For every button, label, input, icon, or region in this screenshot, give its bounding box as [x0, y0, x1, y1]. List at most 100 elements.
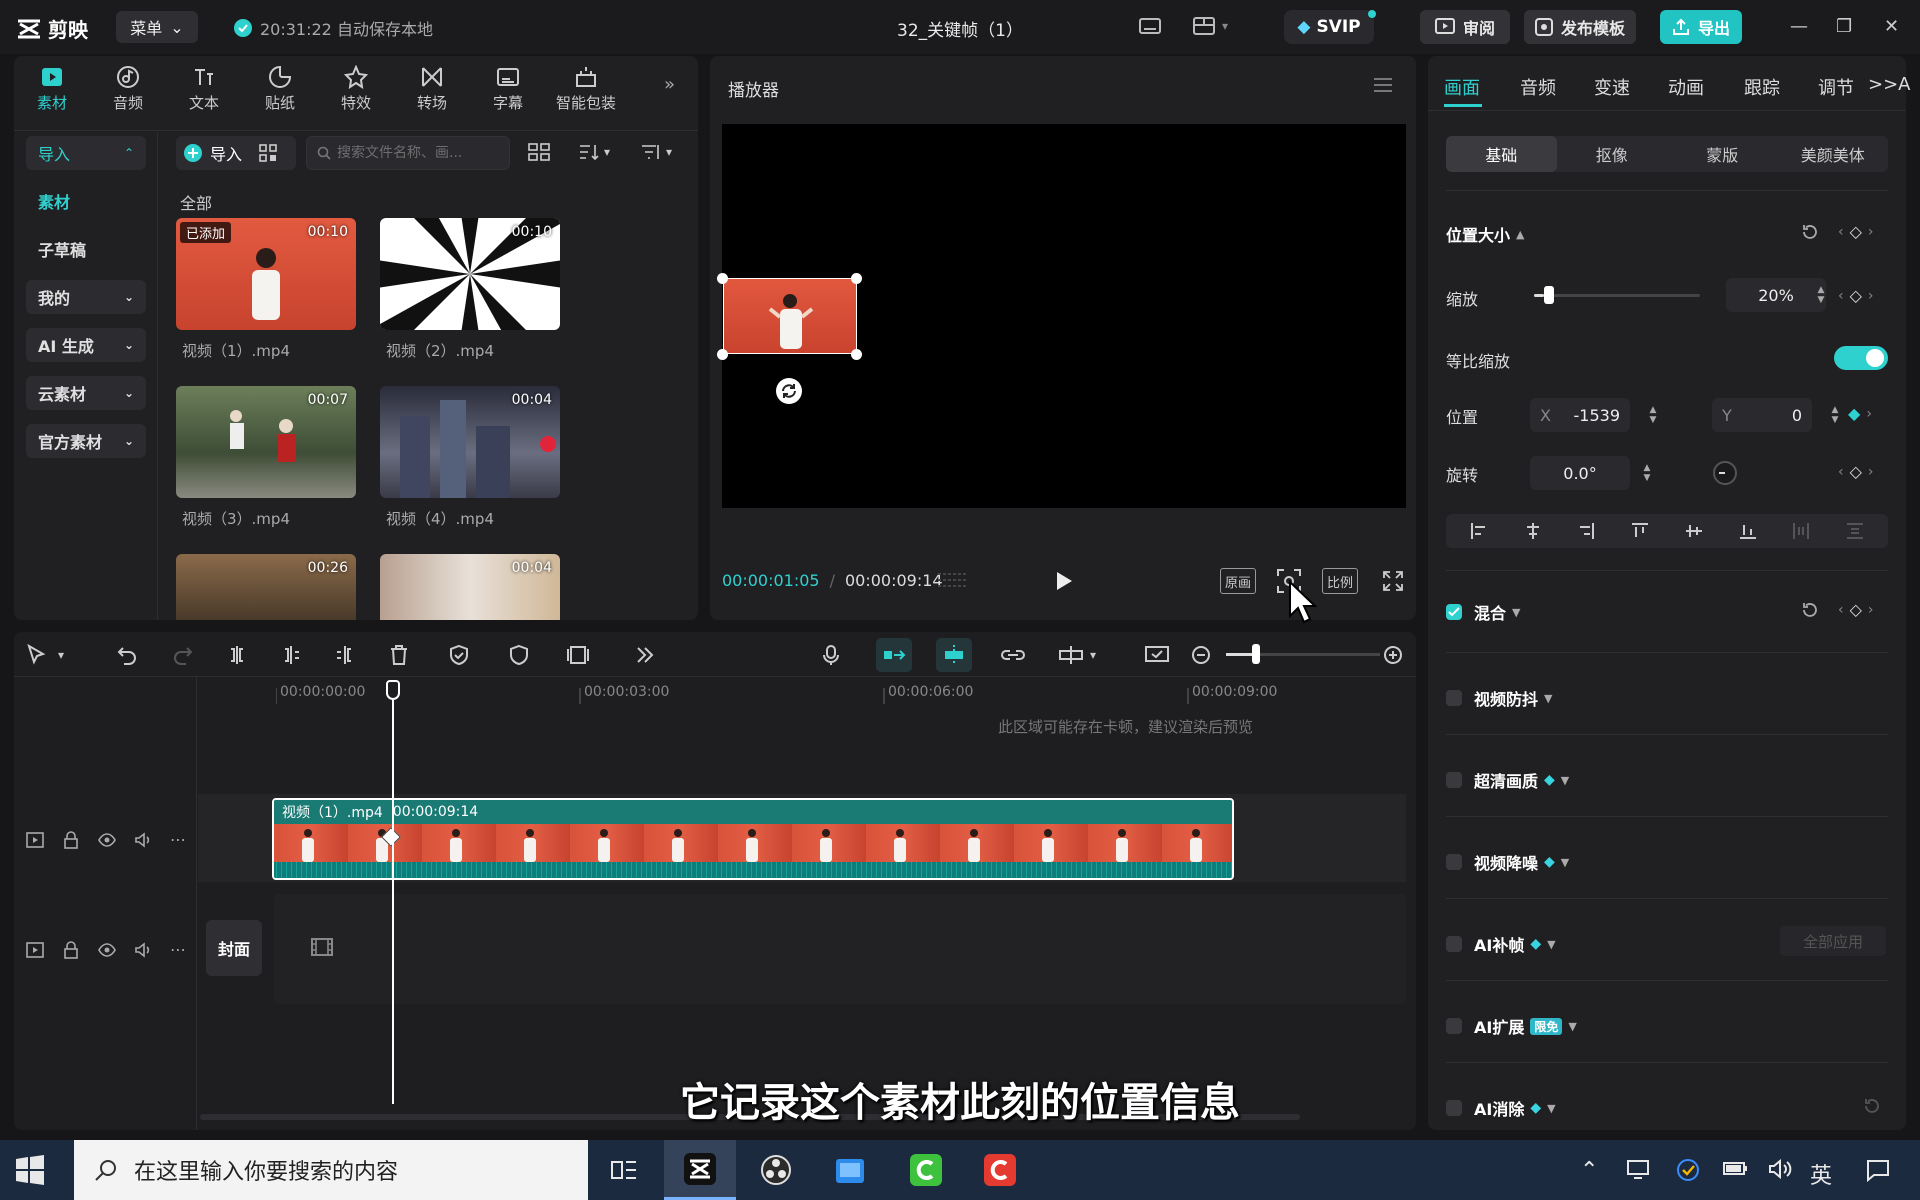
- position-y-input[interactable]: Y 0: [1712, 398, 1812, 432]
- tab-picture[interactable]: 画面: [1444, 74, 1480, 100]
- media-tab-2[interactable]: 文本: [166, 62, 242, 113]
- feature-item-0[interactable]: 视频防抖 ▼: [1474, 686, 1552, 710]
- scale-stepper[interactable]: ▲ ▼: [1812, 280, 1830, 310]
- resize-handle-bl[interactable]: [717, 349, 728, 360]
- zoom-slider[interactable]: [1226, 653, 1380, 656]
- keyframe-diamond-icon[interactable]: ◇: [1850, 222, 1862, 241]
- rotation-dial-icon[interactable]: [1712, 460, 1738, 486]
- publish-template-button[interactable]: 发布模板: [1524, 10, 1636, 44]
- taskbar-camtasia-red-icon[interactable]: [964, 1140, 1036, 1200]
- resize-handle-br[interactable]: [851, 349, 862, 360]
- playhead[interactable]: [392, 690, 394, 1104]
- media-item-4[interactable]: 00:04: [380, 386, 560, 498]
- cover-button[interactable]: 封面: [206, 920, 262, 976]
- preview-axis-icon[interactable]: ▾: [1058, 644, 1096, 666]
- speaker-icon[interactable]: [134, 941, 152, 959]
- sidebar-item-cloud[interactable]: 云素材 ⌄: [26, 376, 146, 410]
- delete-icon[interactable]: [388, 644, 410, 666]
- media-item-5[interactable]: 00:26: [176, 554, 356, 620]
- task-view-icon[interactable]: [588, 1140, 660, 1200]
- feature-checkbox[interactable]: [1446, 772, 1462, 788]
- feature-item-2[interactable]: 视频降噪 ◆ ▼: [1474, 850, 1569, 874]
- tray-ime-indicator[interactable]: 英: [1810, 1158, 1832, 1190]
- subtab-mask[interactable]: 蒙版: [1667, 136, 1778, 172]
- align-center-h-icon[interactable]: [1523, 521, 1543, 541]
- eye-icon[interactable]: [98, 831, 116, 849]
- sort-icon[interactable]: ▾: [578, 142, 610, 162]
- shield-check-icon[interactable]: [448, 644, 470, 666]
- original-quality-button[interactable]: 原画: [1220, 568, 1257, 594]
- scale-slider-thumb[interactable]: [1543, 286, 1554, 304]
- taskbar-capcut-icon[interactable]: [664, 1140, 736, 1200]
- layout-switch-icon[interactable]: ▾: [1192, 14, 1228, 38]
- scale-keyframe[interactable]: ‹ ◇ ›: [1838, 286, 1874, 305]
- align-right-icon[interactable]: [1576, 521, 1596, 541]
- tab-tracking[interactable]: 跟踪: [1744, 74, 1780, 100]
- more-tabs-icon[interactable]: »: [664, 74, 675, 95]
- zoom-in-icon[interactable]: [1382, 644, 1404, 666]
- media-search-box[interactable]: [306, 136, 510, 170]
- hamburger-icon[interactable]: [1372, 76, 1394, 94]
- position-x-stepper[interactable]: ▲ ▼: [1644, 400, 1662, 430]
- reset-icon[interactable]: [1800, 600, 1820, 620]
- close-icon[interactable]: ✕: [1884, 16, 1899, 37]
- media-tab-3[interactable]: 贴纸: [242, 62, 318, 113]
- feature-item-3[interactable]: AI补帧 ◆ ▼: [1474, 932, 1556, 956]
- subtab-cutout[interactable]: 抠像: [1557, 136, 1668, 172]
- taskbar-camtasia-green-icon[interactable]: [890, 1140, 962, 1200]
- media-item-1[interactable]: 已添加 00:10: [176, 218, 356, 330]
- tray-battery-icon[interactable]: [1722, 1158, 1748, 1178]
- blend-checkbox[interactable]: [1446, 604, 1462, 620]
- feature-checkbox[interactable]: [1446, 690, 1462, 706]
- taskbar-explorer-icon[interactable]: [814, 1140, 886, 1200]
- align-bottom-icon[interactable]: [1738, 521, 1758, 541]
- feature-item-4[interactable]: AI扩展 限免 ▼: [1474, 1014, 1577, 1038]
- align-left-icon[interactable]: [1469, 521, 1489, 541]
- filter-icon[interactable]: ▾: [640, 142, 672, 162]
- align-center-v-icon[interactable]: [1684, 521, 1704, 541]
- review-button[interactable]: 审阅: [1420, 10, 1510, 44]
- feature-checkbox[interactable]: [1446, 1100, 1462, 1116]
- lock-icon[interactable]: [62, 940, 80, 959]
- tab-more[interactable]: >>A: [1868, 74, 1910, 95]
- import-button[interactable]: 导入: [176, 136, 296, 170]
- sidebar-item-ai-generate[interactable]: AI 生成 ⌄: [26, 328, 146, 362]
- rotation-input[interactable]: 0.0°: [1530, 456, 1630, 490]
- blend-keyframe[interactable]: ‹ ◇ ›: [1838, 600, 1874, 619]
- timeline-scrollbar[interactable]: [200, 1114, 1300, 1120]
- eye-icon[interactable]: [98, 941, 116, 959]
- feature-item-1[interactable]: 超清画质 ◆ ▼: [1474, 768, 1569, 792]
- tab-audio[interactable]: 音频: [1520, 74, 1556, 100]
- sidebar-item-import[interactable]: 导入 ⌃: [26, 136, 146, 170]
- more-icon[interactable]: ⋯: [170, 830, 186, 849]
- speaker-icon[interactable]: [134, 831, 152, 849]
- tray-network-icon[interactable]: [1626, 1158, 1650, 1180]
- subtab-basic[interactable]: 基础: [1446, 136, 1557, 172]
- position-y-stepper[interactable]: ▲ ▼: [1826, 400, 1844, 430]
- position-size-header[interactable]: 位置大小 ▲: [1446, 222, 1524, 246]
- restore-icon[interactable]: ❐: [1836, 16, 1852, 37]
- resize-handle-tr[interactable]: [851, 273, 862, 284]
- position-keyframe[interactable]: ◆ ›: [1848, 404, 1872, 423]
- preview-clip[interactable]: [723, 278, 857, 354]
- more-icon[interactable]: ⋯: [170, 940, 186, 959]
- media-tab-7[interactable]: 智能包装: [548, 62, 624, 113]
- minimize-icon[interactable]: —: [1790, 16, 1808, 37]
- reset-icon[interactable]: [1800, 222, 1820, 242]
- taskbar-search[interactable]: 在这里输入你要搜索的内容: [74, 1140, 588, 1200]
- menu-button[interactable]: 菜单 ⌄: [116, 11, 198, 43]
- align-top-icon[interactable]: [1630, 521, 1650, 541]
- media-tab-6[interactable]: 字幕: [470, 62, 546, 113]
- select-tool[interactable]: ▾: [26, 644, 64, 666]
- sidebar-item-material[interactable]: 素材: [26, 184, 146, 218]
- export-button[interactable]: 导出: [1660, 10, 1742, 44]
- media-tab-0[interactable]: 素材: [14, 62, 90, 113]
- undo-icon[interactable]: [116, 644, 138, 666]
- tray-notification-icon[interactable]: [1866, 1158, 1890, 1182]
- sidebar-item-subdraft[interactable]: 子草稿: [26, 232, 146, 266]
- media-item-2[interactable]: 00:10: [380, 218, 560, 330]
- shortcut-keyboard-icon[interactable]: [1138, 14, 1162, 38]
- split-left-icon[interactable]: [280, 644, 302, 666]
- rotation-stepper[interactable]: ▲ ▼: [1638, 458, 1656, 488]
- auto-snap-icon[interactable]: [936, 638, 972, 672]
